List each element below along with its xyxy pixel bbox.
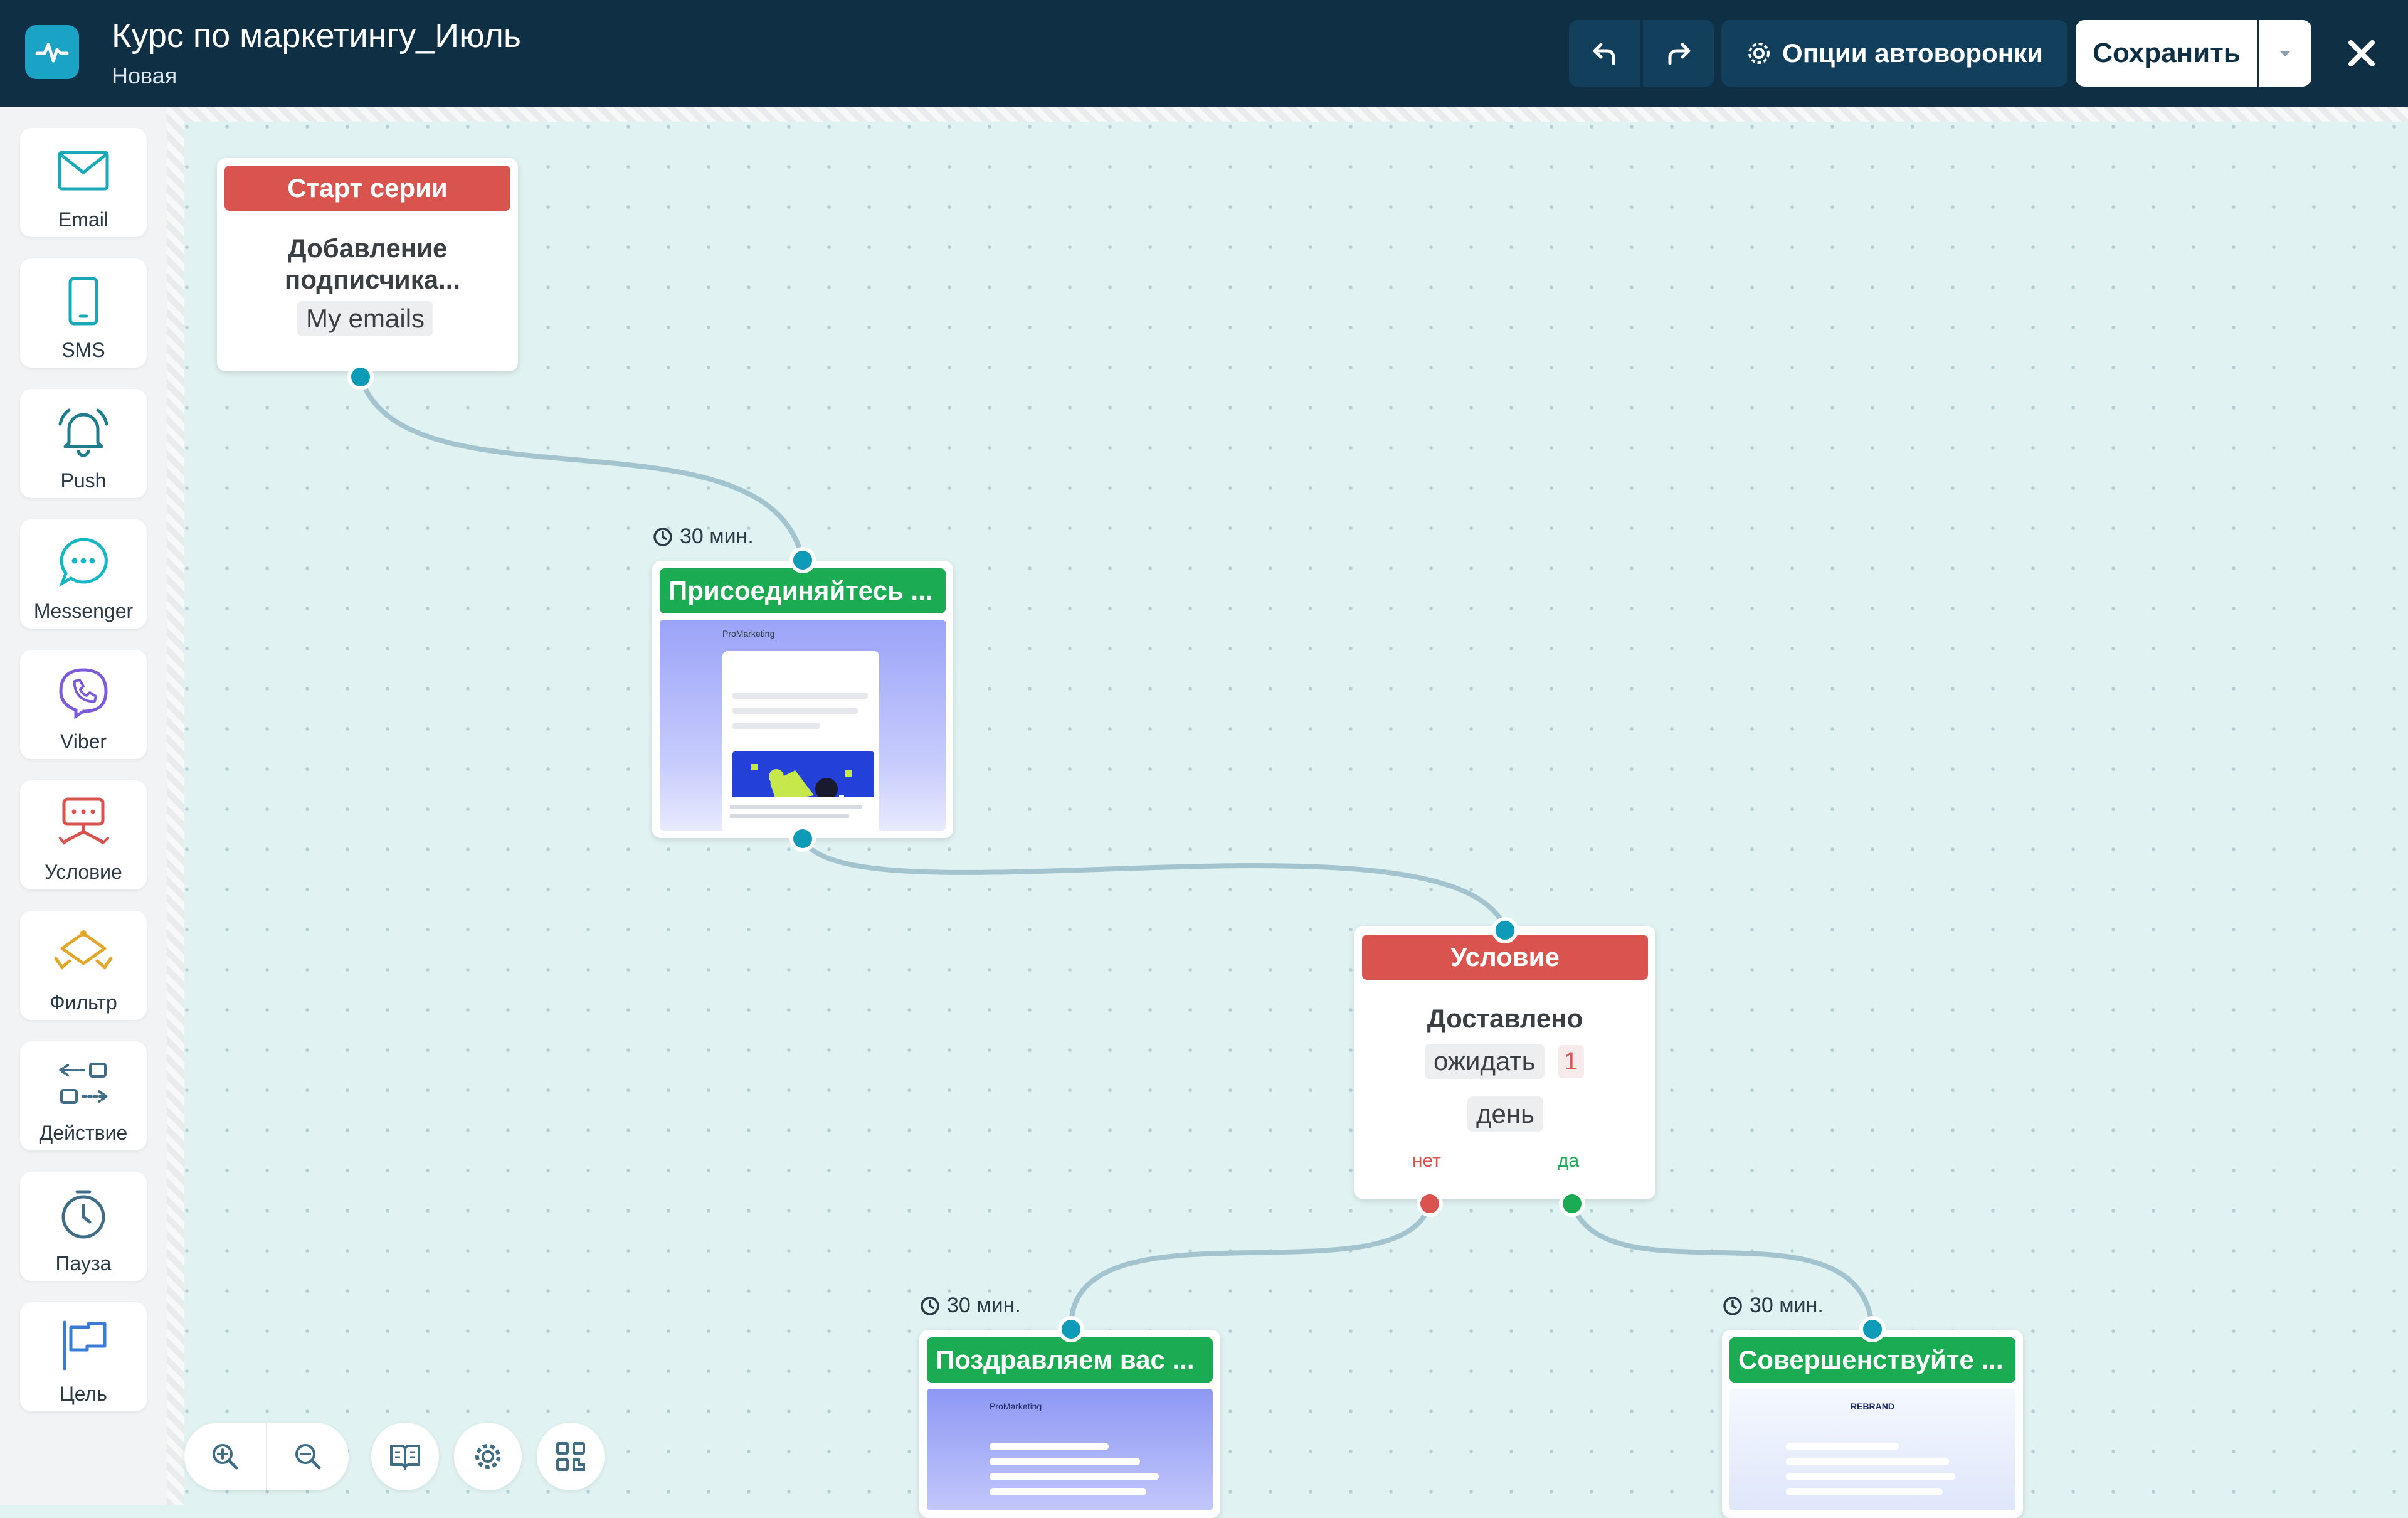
- zoom-out-icon: [295, 1444, 321, 1470]
- branch-yes-label: да: [1558, 1150, 1580, 1171]
- zoom-controls: [184, 1423, 349, 1490]
- email2-header: Поздравляем вас ...: [927, 1337, 1213, 1383]
- start-trigger-line2: подписчика...: [284, 265, 461, 294]
- branch-no-label: нет: [1412, 1150, 1441, 1171]
- canvas-settings-button[interactable]: [454, 1423, 522, 1490]
- help-book-button[interactable]: [371, 1423, 439, 1490]
- start-output-port[interactable]: [347, 364, 374, 390]
- clock-icon: [1723, 1296, 1742, 1315]
- grid-layout-icon: [556, 1442, 585, 1471]
- start-trigger-line1: Добавление: [287, 233, 448, 263]
- email3-input-port[interactable]: [1859, 1316, 1886, 1342]
- zoom-in-button[interactable]: [184, 1423, 266, 1490]
- email2-input-port[interactable]: [1058, 1316, 1084, 1342]
- clock-icon: [653, 527, 672, 546]
- wait-value-chip[interactable]: 1: [1558, 1045, 1585, 1078]
- email1-output-port[interactable]: [789, 825, 816, 852]
- condition-yes-port[interactable]: [1559, 1191, 1585, 1217]
- email1-preview[interactable]: ProMarketing: [660, 620, 946, 831]
- email1-header: Присоединяйтесь ...: [660, 568, 946, 613]
- condition-title: Доставлено: [1427, 1004, 1583, 1033]
- email1-brand: ProMarketing: [722, 629, 775, 639]
- email-node-1[interactable]: Присоединяйтесь ... ProMarketing: [652, 561, 953, 838]
- zoom-out-button[interactable]: [267, 1423, 349, 1490]
- wait-unit-chip[interactable]: день: [1467, 1096, 1543, 1132]
- gear-icon: [475, 1444, 500, 1469]
- zoom-in-icon: [213, 1444, 238, 1470]
- edge-email1-condition: [800, 836, 1508, 931]
- email3-preview[interactable]: REBRAND: [1729, 1389, 2015, 1510]
- email3-timer-text: 30 мин.: [1750, 1293, 1824, 1317]
- email2-timer-text: 30 мин.: [947, 1293, 1021, 1317]
- condition-input-port[interactable]: [1492, 917, 1518, 943]
- email-node-3[interactable]: Совершенствуйте ... REBRAND: [1722, 1330, 2023, 1518]
- email1-input-port[interactable]: [789, 547, 816, 573]
- wait-chip: ожидать: [1425, 1044, 1545, 1079]
- email3-brand: REBRAND: [1851, 1401, 1894, 1411]
- condition-no-port[interactable]: [1417, 1191, 1443, 1217]
- email2-timer: 30 мин.: [919, 1293, 1021, 1318]
- edge-no-email2: [1068, 1201, 1432, 1332]
- clock-icon: [921, 1296, 939, 1315]
- email-node-2[interactable]: Поздравляем вас ... ProMarketing: [919, 1330, 1220, 1518]
- book-icon: [390, 1445, 420, 1470]
- email1-timer: 30 мин.: [652, 524, 754, 549]
- start-node[interactable]: Старт серии Добавление подписчика... My …: [217, 158, 518, 371]
- email1-timer-text: 30 мин.: [680, 524, 754, 548]
- start-node-header: Старт серии: [224, 166, 510, 211]
- condition-node[interactable]: Условие Доставлено ожидать 1 день нет да: [1354, 926, 1656, 1199]
- email2-preview[interactable]: ProMarketing: [927, 1389, 1213, 1510]
- arrange-layout-button[interactable]: [537, 1423, 605, 1490]
- email2-brand: ProMarketing: [990, 1401, 1042, 1411]
- email3-timer: 30 мин.: [1722, 1293, 1824, 1318]
- email3-header: Совершенствуйте ...: [1729, 1337, 2015, 1383]
- mailing-list-chip: My emails: [297, 301, 434, 336]
